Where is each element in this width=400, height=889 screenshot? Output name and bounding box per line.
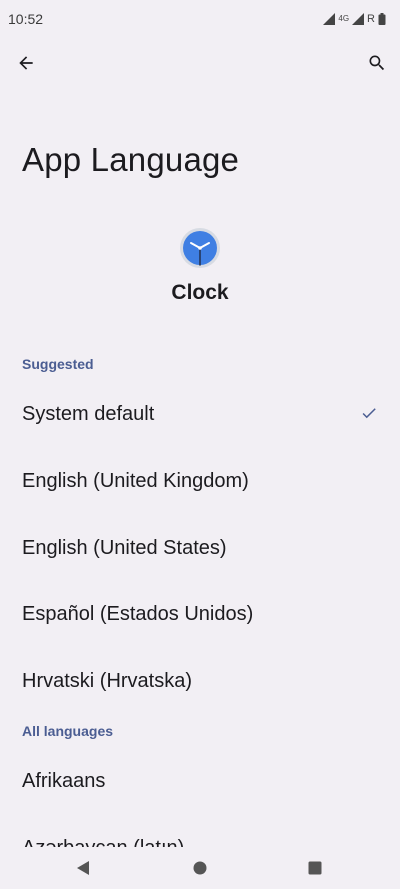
nav-back-icon [77,861,89,875]
nav-back-button[interactable] [63,848,103,888]
language-label: Hrvatski (Hrvatska) [22,669,193,692]
roaming-label: R [367,13,375,25]
check-icon [362,408,376,419]
nav-recents-button[interactable] [295,848,335,888]
status-icons: 4G R [323,13,386,25]
language-item-system-default[interactable]: System default [0,381,400,447]
language-item-afrikaans[interactable]: Afrikaans [0,748,400,814]
app-name: Clock [171,281,229,304]
language-item-english-uk[interactable]: English (United Kingdom) [0,448,400,514]
language-label: Español (Estados Unidos) [22,602,254,625]
page-title: App Language [22,141,240,178]
language-label: System default [22,402,155,425]
battery-icon [378,13,386,25]
nav-home-icon [193,861,207,875]
status-bar: 10:52 4G R [0,0,400,38]
clock-app-icon [179,227,221,269]
signal-icon [323,13,336,25]
back-button[interactable] [6,43,46,83]
language-label: English (United States) [22,536,227,559]
status-time: 10:52 [8,11,44,27]
navigation-bar [0,847,400,889]
search-button[interactable] [357,43,397,83]
signal-icon-2 [352,13,365,25]
all-languages-header: All languages [22,723,114,739]
language-item-espanol-us[interactable]: Español (Estados Unidos) [0,581,400,647]
language-item-english-us[interactable]: English (United States) [0,515,400,581]
language-label: English (United Kingdom) [22,469,249,492]
app-bar [0,40,400,86]
language-item-hrvatski[interactable]: Hrvatski (Hrvatska) [0,648,400,714]
nav-recents-icon [308,861,322,875]
network-type-label: 4G [338,14,350,23]
search-icon [369,55,385,71]
nav-home-button[interactable] [180,848,220,888]
language-label: Afrikaans [22,769,106,792]
suggested-header: Suggested [22,356,94,372]
arrow-back-icon [19,56,33,70]
